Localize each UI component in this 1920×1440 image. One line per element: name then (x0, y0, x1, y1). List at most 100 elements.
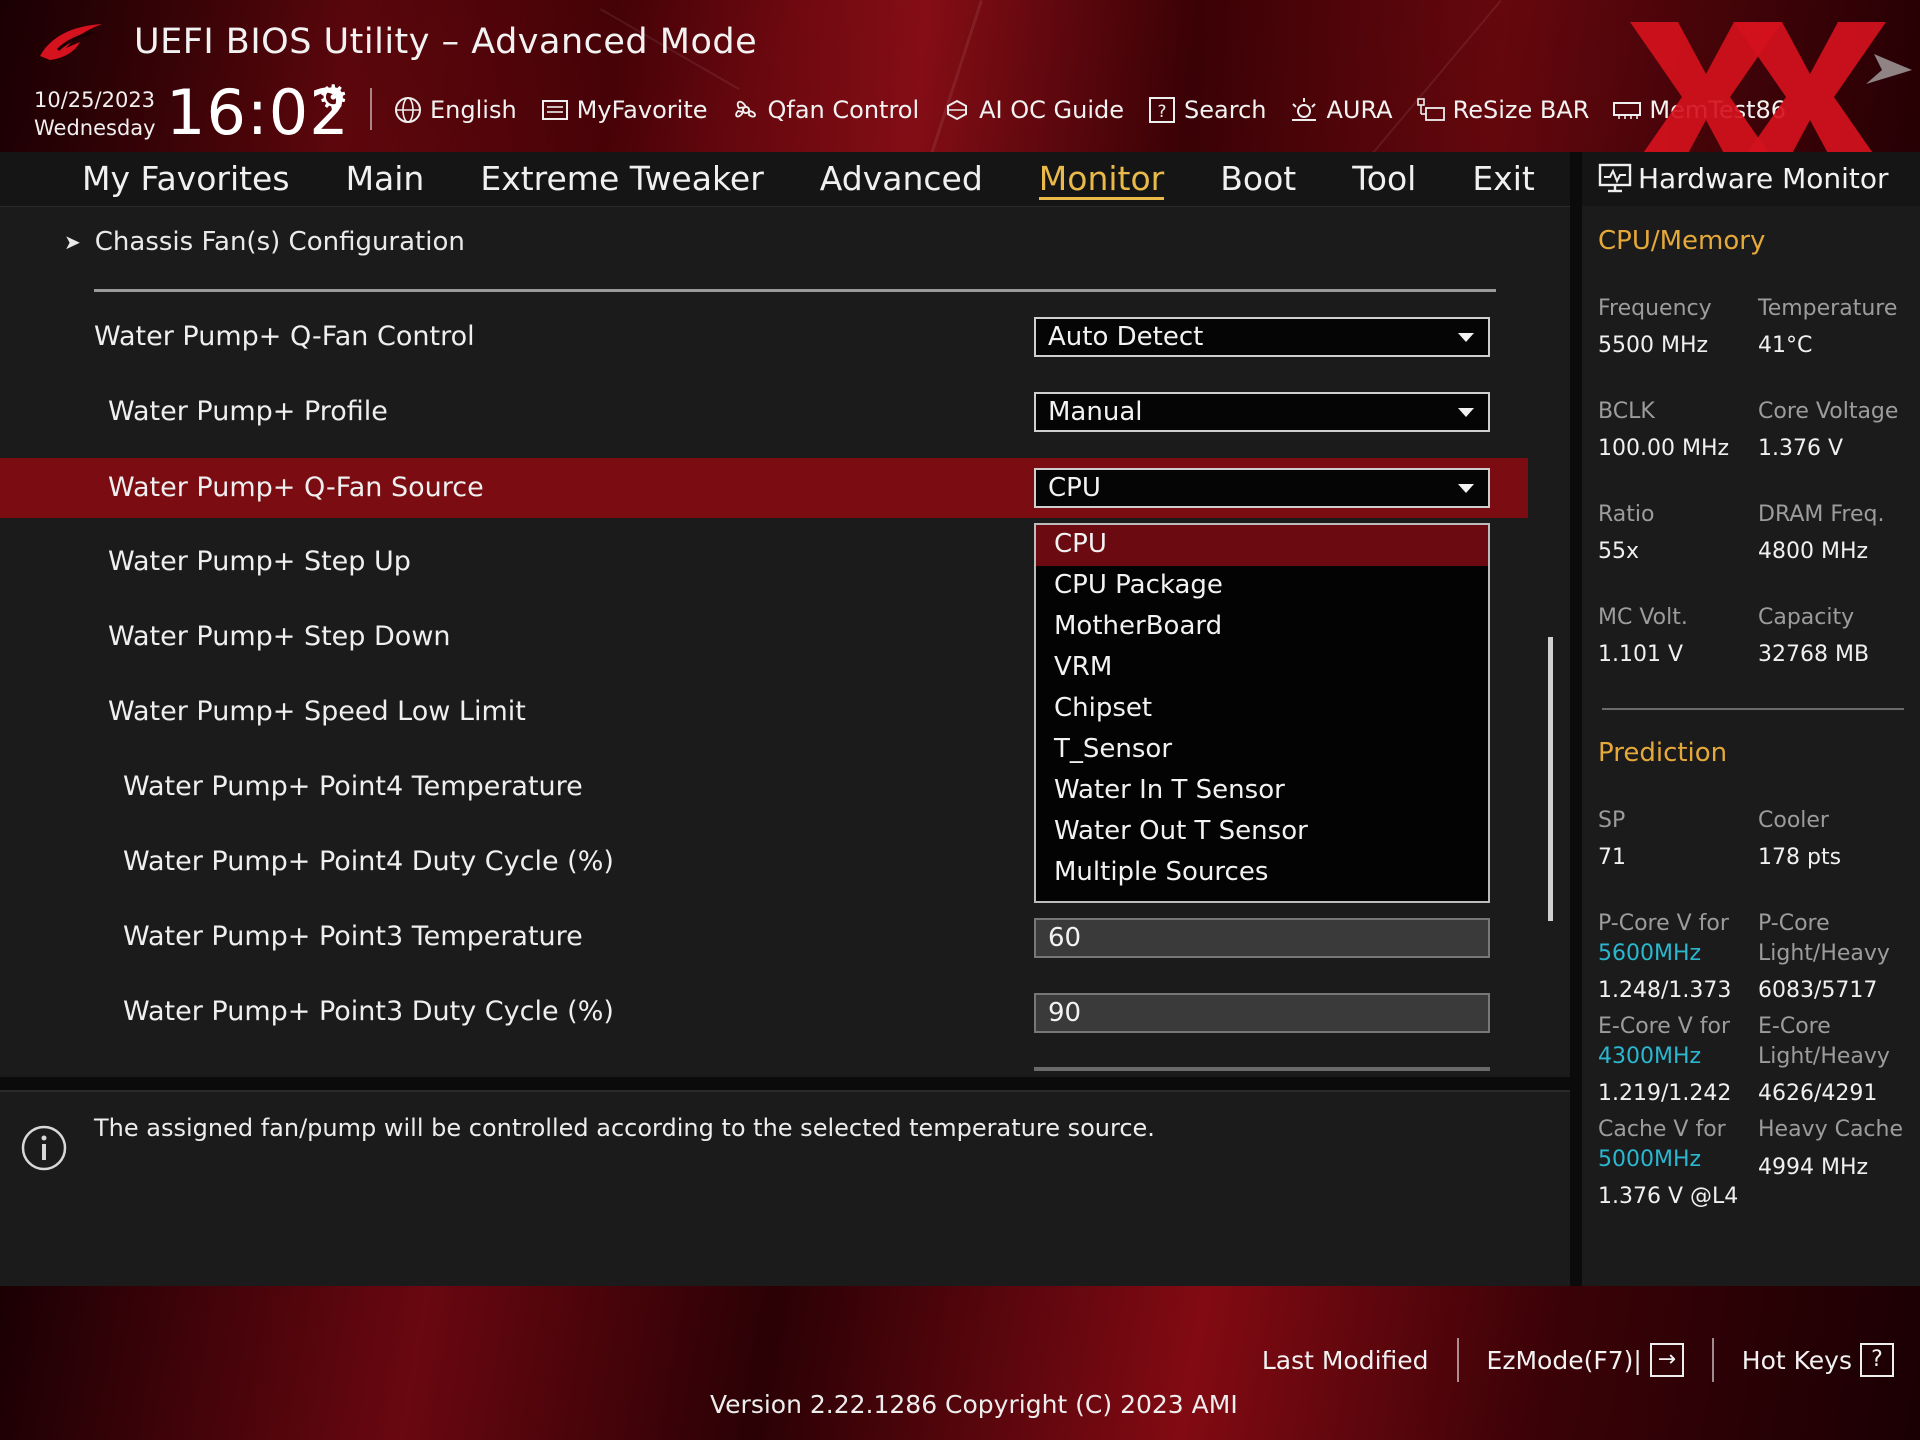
chevron-down-icon (1458, 333, 1474, 342)
last-modified-label: Last Modified (1261, 1345, 1429, 1375)
cache-v-label: Cache V for (1598, 1117, 1726, 1142)
dropdown-option-cpu[interactable]: CPU (1036, 525, 1488, 566)
footer-separator (1456, 1338, 1459, 1382)
tab-advanced[interactable]: Advanced (820, 152, 983, 206)
option-label: VRM (1054, 652, 1113, 682)
footer-bar: Last Modified EzMode(F7)| → Hot Keys ? V… (0, 1286, 1920, 1440)
info-icon (21, 1125, 67, 1171)
bclk-label: BCLK (1598, 399, 1655, 424)
profile-select[interactable]: Manual (1034, 392, 1490, 432)
help-question-icon: ? (1860, 1343, 1894, 1377)
temperature-value: 41°C (1758, 333, 1813, 358)
hardware-monitor-header: Hardware Monitor (1582, 152, 1920, 206)
cache-v-value: 1.376 V @L4 (1598, 1184, 1739, 1209)
myfavorite-button[interactable]: MyFavorite (539, 95, 708, 125)
setting-row-point3-temperature[interactable]: Water Pump+ Point3 Temperature 60 (0, 907, 1528, 967)
setting-row-point3-duty[interactable]: Water Pump+ Point3 Duty Cycle (%) 90 (0, 982, 1528, 1042)
option-label: T_Sensor (1054, 734, 1173, 764)
resize-bar-button[interactable]: ReSize BAR (1415, 95, 1590, 125)
tab-my-favorites[interactable]: My Favorites (82, 152, 290, 206)
version-text: Version 2.22.1286 Copyright (C) 2023 AMI (710, 1390, 1238, 1419)
pcore-v-value: 1.248/1.373 (1598, 978, 1732, 1003)
capacity-value: 32768 MB (1758, 642, 1870, 667)
aura-button[interactable]: AURA (1288, 95, 1393, 125)
language-label: English (430, 96, 517, 124)
dram-freq-label: DRAM Freq. (1758, 502, 1885, 527)
core-voltage-label: Core Voltage (1758, 399, 1899, 424)
dropdown-option-vrm[interactable]: VRM (1036, 648, 1488, 689)
clock-settings-gear-icon[interactable]: ⚙ (318, 78, 348, 118)
main-menu-bar: My Favorites Main Extreme Tweaker Advanc… (0, 152, 1570, 207)
qfan-control-select[interactable]: Auto Detect (1034, 317, 1490, 357)
resize-bar-label: ReSize BAR (1452, 96, 1590, 124)
point3-temperature-input[interactable]: 60 (1034, 918, 1490, 958)
monitor-icon (1598, 163, 1632, 193)
dropdown-option-chipset[interactable]: Chipset (1036, 689, 1488, 730)
setting-row-profile[interactable]: Water Pump+ Profile Manual (0, 382, 1528, 442)
dropdown-option-water-in[interactable]: Water In T Sensor (1036, 771, 1488, 812)
svg-text:?: ? (1158, 102, 1167, 122)
setting-label: Water Pump+ Speed Low Limit (108, 696, 526, 727)
hardware-monitor-panel: Hardware Monitor CPU/Memory Frequency Te… (1582, 152, 1920, 1286)
last-modified-button[interactable]: Last Modified (1262, 1346, 1429, 1375)
option-label: CPU Package (1054, 570, 1223, 600)
qfan-source-select[interactable]: CPU (1034, 468, 1490, 508)
globe-icon (392, 95, 424, 125)
tab-tool[interactable]: Tool (1352, 152, 1416, 206)
dropdown-option-water-out[interactable]: Water Out T Sensor (1036, 812, 1488, 853)
search-button[interactable]: ? Search (1146, 95, 1266, 125)
temperature-label: Temperature (1758, 296, 1898, 321)
prediction-heading: Prediction (1598, 738, 1728, 768)
mc-volt-value: 1.101 V (1598, 642, 1684, 667)
point3-duty-input[interactable]: 90 (1034, 993, 1490, 1033)
cooler-value: 178 pts (1758, 845, 1842, 870)
chevron-down-icon (1458, 408, 1474, 417)
tab-boot[interactable]: Boot (1220, 152, 1296, 206)
cooler-label: Cooler (1758, 808, 1829, 833)
hardware-monitor-divider (1602, 708, 1904, 710)
option-label: Water In T Sensor (1054, 775, 1285, 805)
qfan-control-button[interactable]: Qfan Control (730, 95, 919, 125)
help-search-icon: ? (1146, 95, 1178, 125)
ai-oc-guide-button[interactable]: AI OC Guide (941, 95, 1124, 125)
pcore-v-freq: 5600MHz (1598, 941, 1702, 966)
setting-label: Water Pump+ Point3 Temperature (123, 921, 583, 952)
footer-separator (1711, 1338, 1714, 1382)
chevron-down-icon (1458, 484, 1474, 493)
language-button[interactable]: English (392, 95, 517, 125)
core-voltage-value: 1.376 V (1758, 436, 1844, 461)
settings-scrollbar[interactable] (1548, 637, 1553, 921)
setting-row-qfan-source[interactable]: Water Pump+ Q-Fan Source CPU (0, 458, 1528, 518)
select-value: Manual (1048, 397, 1143, 427)
date: 10/25/2023 (34, 88, 156, 112)
sp-label: SP (1598, 808, 1626, 833)
tab-monitor[interactable]: Monitor (1038, 152, 1165, 206)
ratio-label: Ratio (1598, 502, 1655, 527)
pcore-lh-label-2: Light/Heavy (1758, 941, 1890, 966)
mc-volt-label: MC Volt. (1598, 605, 1688, 630)
hardware-monitor-title: Hardware Monitor (1638, 162, 1889, 195)
tab-main[interactable]: Main (346, 152, 425, 206)
input-value: 90 (1048, 998, 1082, 1028)
ai-chip-icon (941, 95, 973, 125)
dropdown-option-cpu-package[interactable]: CPU Package (1036, 566, 1488, 607)
help-text: The assigned fan/pump will be controlled… (94, 1114, 1155, 1142)
setting-label: Water Pump+ Profile (108, 396, 388, 427)
tab-extreme-tweaker[interactable]: Extreme Tweaker (480, 152, 763, 206)
ecore-lh-label-2: Light/Heavy (1758, 1044, 1890, 1069)
hot-keys-button[interactable]: Hot Keys ? (1742, 1343, 1894, 1377)
ezmode-label: EzMode(F7)| (1486, 1345, 1642, 1375)
next-field-edge (1034, 1067, 1490, 1071)
dropdown-option-multiple-sources[interactable]: Multiple Sources (1036, 853, 1488, 894)
tab-exit[interactable]: Exit (1472, 152, 1535, 206)
qfan-source-dropdown-list[interactable]: CPU CPU Package MotherBoard VRM Chipset … (1034, 523, 1490, 903)
ezmode-button[interactable]: EzMode(F7)| → (1487, 1343, 1684, 1377)
chevron-right-icon: ➤ (64, 230, 81, 254)
input-value: 60 (1048, 923, 1082, 953)
breadcrumb[interactable]: ➤ Chassis Fan(s) Configuration (64, 227, 465, 257)
pcore-v-label: P-Core V for (1598, 911, 1729, 936)
ecore-v-freq: 4300MHz (1598, 1044, 1702, 1069)
setting-row-qfan-control[interactable]: Water Pump+ Q-Fan Control Auto Detect (0, 307, 1528, 367)
dropdown-option-motherboard[interactable]: MotherBoard (1036, 607, 1488, 648)
dropdown-option-t-sensor[interactable]: T_Sensor (1036, 730, 1488, 771)
